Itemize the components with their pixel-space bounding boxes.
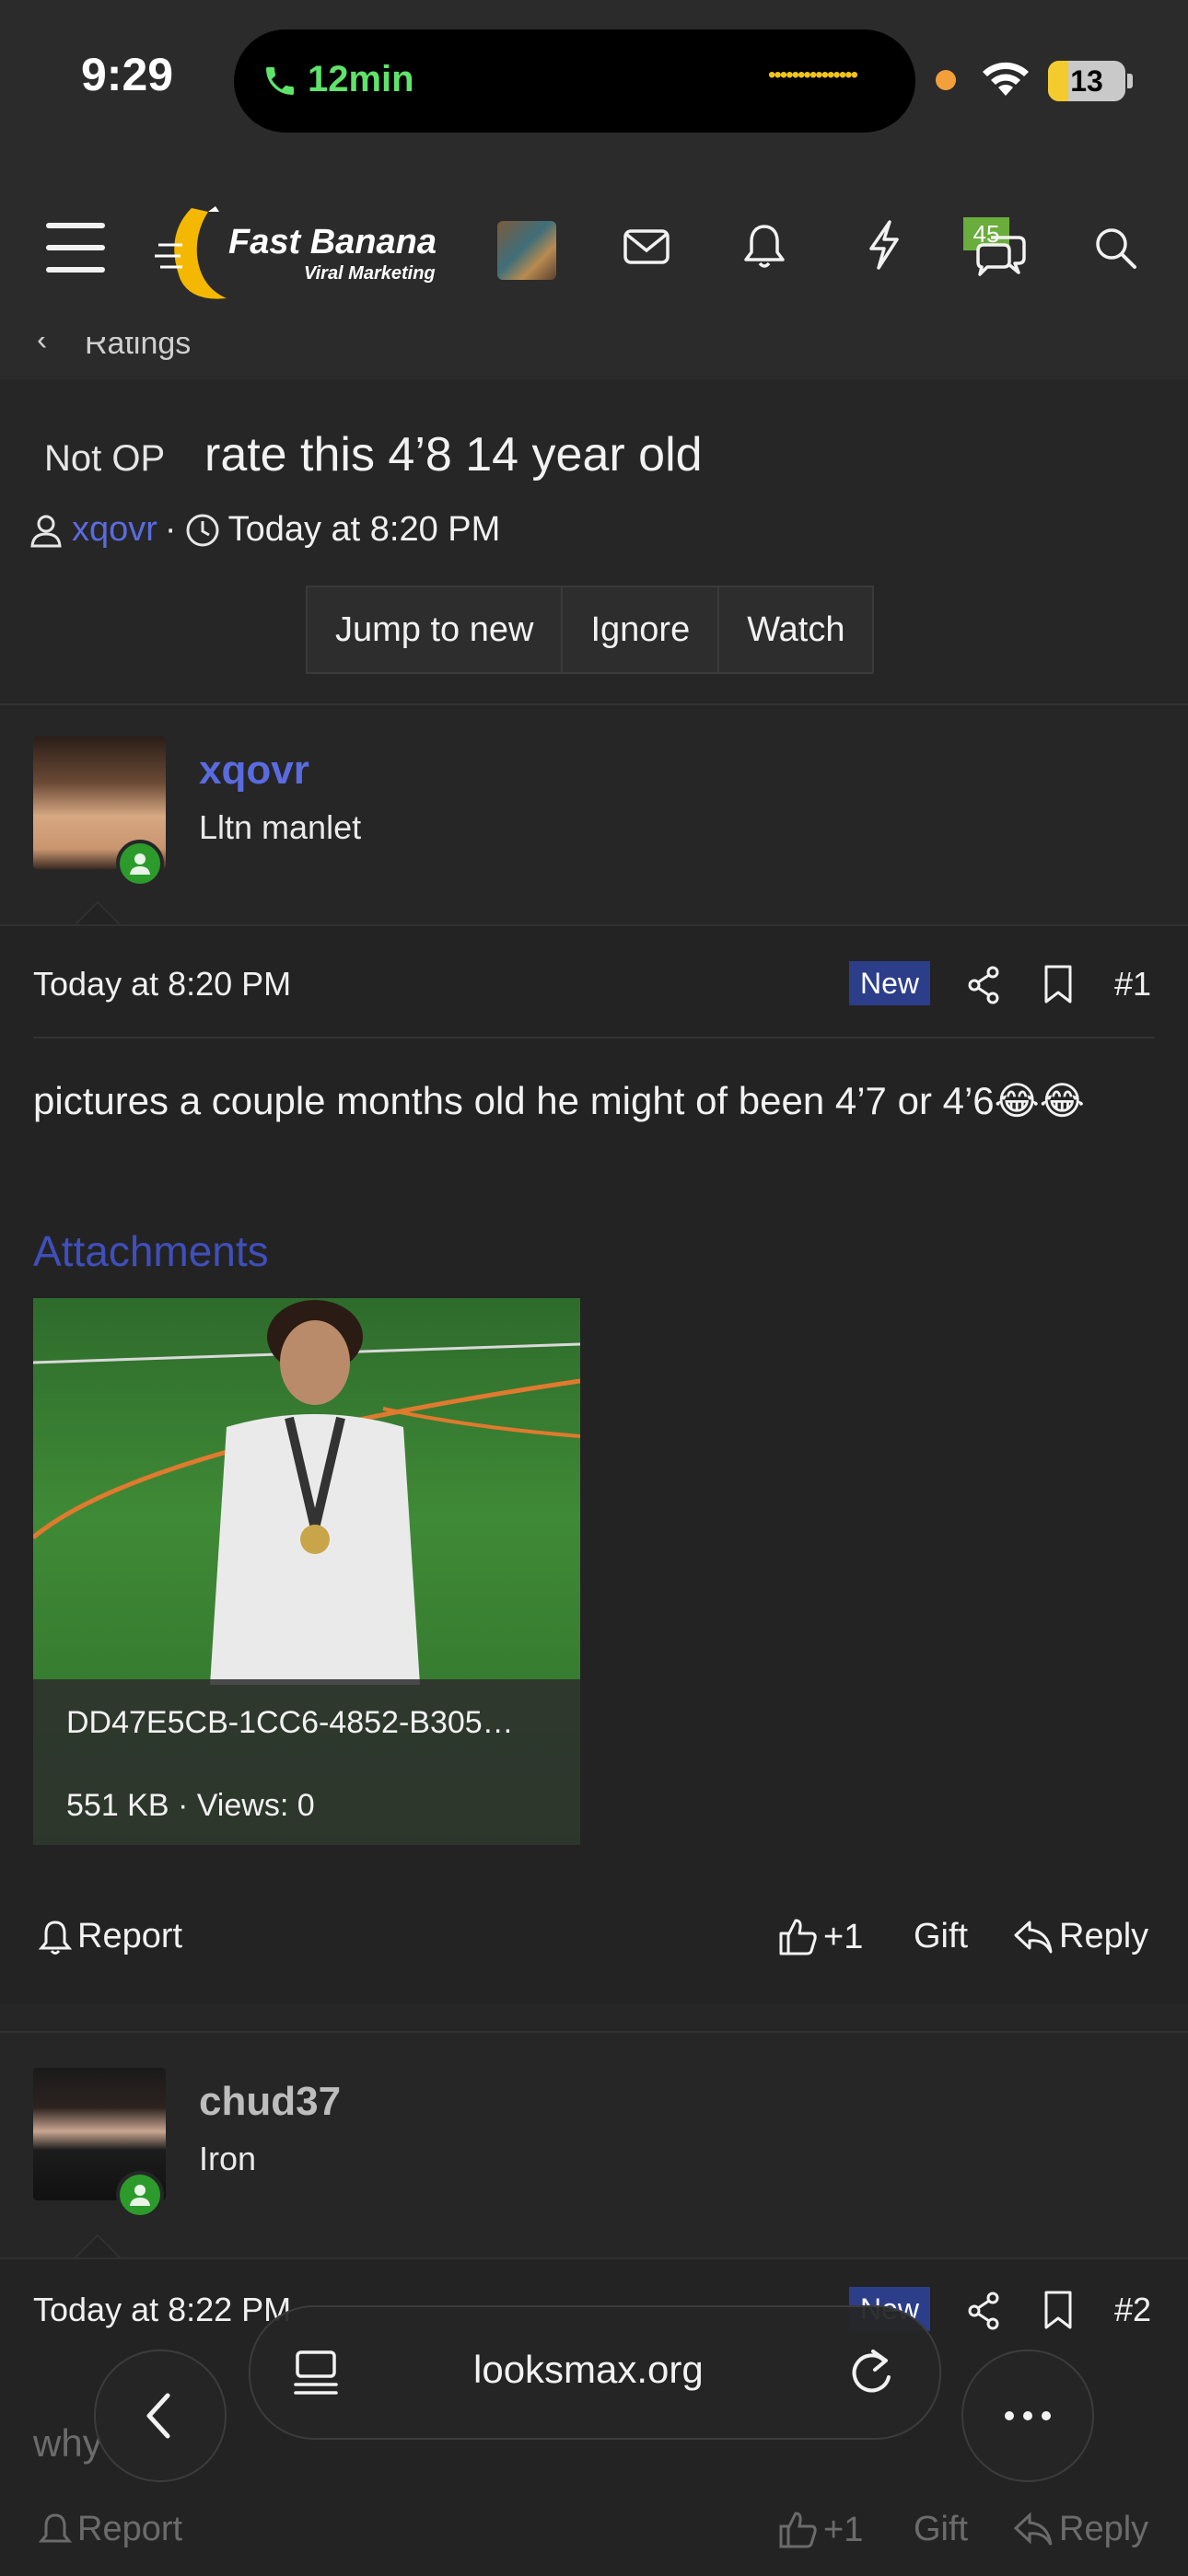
share-icon[interactable] [965, 965, 1002, 1005]
battery-level-bar [1048, 61, 1068, 101]
user-icon [30, 515, 62, 547]
url-text[interactable]: looksmax.org [473, 2348, 704, 2392]
thread-prefix: Not OP [44, 438, 166, 479]
post-2-time[interactable]: Today at 8:22 PM [33, 2291, 291, 2329]
ellipsis-icon [1005, 2411, 1051, 2420]
battery-nub [1127, 74, 1133, 88]
status-time: 9:29 [81, 49, 174, 100]
audio-waveform-icon: ••••••••••••••• [768, 63, 858, 87]
dynamic-island[interactable]: 12min ••••••••••••••• [234, 29, 915, 133]
share-icon[interactable] [965, 2291, 1002, 2331]
arrow-pointer [74, 900, 122, 926]
tabs-icon[interactable] [293, 2348, 339, 2397]
thread-title: rate this 4’8 14 year old [204, 428, 703, 482]
lightning-icon[interactable] [866, 219, 903, 271]
online-status-icon [116, 840, 164, 888]
post-2-user-bar: chud37 Iron [0, 2031, 1188, 2259]
gift-button[interactable]: Gift [914, 1917, 968, 1956]
post-1-user-title: Lltn manlet [199, 808, 362, 846]
thread-button-group: Jump to new Ignore Watch [306, 586, 875, 674]
photo-figure [33, 1300, 580, 1685]
report-button[interactable]: Report [39, 2510, 182, 2549]
attachment-caption: DD47E5CB-1CC6-4852-B305… 551 KB · Views:… [33, 1679, 580, 1845]
back-button[interactable] [94, 2350, 227, 2482]
logo-subtitle: Viral Marketing [304, 263, 436, 284]
online-status-icon [116, 2171, 164, 2219]
reply-arrow-icon [1014, 1920, 1053, 1953]
reply-button[interactable]: Reply [1013, 1917, 1148, 1956]
bookmark-icon[interactable] [1042, 2289, 1074, 2331]
attachment-filename[interactable]: DD47E5CB-1CC6-4852-B305… [66, 1705, 514, 1741]
watch-button[interactable]: Watch [719, 587, 872, 672]
reply-button[interactable]: Reply [1013, 2510, 1148, 2549]
privacy-indicator-icon [936, 70, 956, 90]
report-label: Report [77, 1917, 183, 1955]
thread-time[interactable]: Today at 8:20 PM [228, 510, 501, 550]
bookmark-icon[interactable] [1042, 963, 1074, 1005]
like-count: +1 [823, 2510, 864, 2549]
report-bell-icon [39, 1920, 72, 1955]
thumbs-up-icon [779, 1919, 817, 1955]
post-2-username[interactable]: chud37 [199, 2079, 341, 2125]
logo-title: Fast Banana [228, 223, 437, 261]
breadcrumb-label: Ratings [85, 337, 192, 361]
battery-icon: 13 [1048, 61, 1125, 101]
post-1-text: pictures a couple months old he might of… [33, 1079, 1085, 1122]
chevron-left-icon [146, 2393, 170, 2439]
attachments-heading: Attachments [33, 1227, 269, 1275]
battery-level: 13 [1070, 64, 1103, 98]
breadcrumb-back-icon: ‹ [37, 337, 48, 357]
arrow-pointer [74, 2234, 122, 2259]
post-1-body: Today at 8:20 PM New #1 pictures a coupl… [0, 924, 1188, 2003]
post-1-user-bar: xqovr Lltn manlet [0, 703, 1188, 926]
search-icon[interactable] [1092, 225, 1138, 271]
more-button[interactable] [961, 2350, 1094, 2482]
menu-icon[interactable] [46, 223, 105, 273]
thread-author[interactable]: xqovr [72, 510, 157, 550]
thread-meta: xqovr · Today at 8:20 PM [28, 510, 500, 550]
phone-icon [266, 67, 294, 95]
mail-icon[interactable] [623, 226, 670, 267]
divider [33, 1037, 1155, 1039]
post-2-actions: Report +1 Gift Reply [0, 2501, 1188, 2565]
like-button[interactable]: +1 [777, 2510, 863, 2550]
report-bell-icon [39, 2512, 72, 2542]
post-1-time[interactable]: Today at 8:20 PM [33, 965, 291, 1004]
report-label: Report [77, 2510, 183, 2548]
call-duration: 12min [308, 59, 414, 99]
reply-label: Reply [1059, 1917, 1149, 1955]
gift-button[interactable]: Gift [914, 2510, 968, 2549]
attachment-thumbnail[interactable]: DD47E5CB-1CC6-4852-B305… 551 KB · Views:… [33, 1298, 580, 1845]
post-1-username[interactable]: xqovr [199, 748, 309, 794]
jump-to-new-button[interactable]: Jump to new [308, 587, 564, 672]
post-1-number[interactable]: #1 [1114, 965, 1151, 1004]
reload-icon[interactable] [847, 2348, 895, 2397]
post-2-text: why [33, 2421, 102, 2465]
new-badge: New [849, 961, 930, 1005]
attachment-info: 551 KB · Views: 0 [66, 1788, 315, 1823]
wifi-icon [983, 62, 1029, 96]
report-button[interactable]: Report [39, 1917, 182, 1956]
status-bar: 9:29 12min ••••••••••••••• 13 [0, 0, 1188, 162]
post-2-number[interactable]: #2 [1114, 2291, 1151, 2329]
like-count: +1 [823, 1917, 864, 1956]
reply-label: Reply [1059, 2510, 1149, 2548]
app-header: Fast Banana Viral Marketing 45 [0, 162, 1188, 337]
thread-header: Not OP rate this 4’8 14 year old xqovr ·… [0, 379, 1188, 702]
bell-icon[interactable] [742, 221, 786, 271]
breadcrumb[interactable]: ‹ Ratings [0, 337, 1188, 379]
address-bar[interactable]: looksmax.org [249, 2305, 941, 2440]
reply-arrow-icon [1013, 2512, 1053, 2546]
post-1-actions: Report +1 Gift Reply [0, 1902, 1188, 1976]
post-2-user-title: Iron [199, 2140, 257, 2177]
like-button[interactable]: +1 [777, 1917, 863, 1957]
clock-icon [186, 514, 219, 546]
meta-separator: · [164, 510, 177, 549]
site-logo[interactable]: Fast Banana Viral Marketing [155, 199, 551, 309]
user-avatar[interactable] [497, 221, 556, 280]
chat-icon[interactable] [973, 232, 1028, 278]
thumbs-up-icon [779, 2512, 817, 2548]
ignore-button[interactable]: Ignore [563, 587, 720, 672]
